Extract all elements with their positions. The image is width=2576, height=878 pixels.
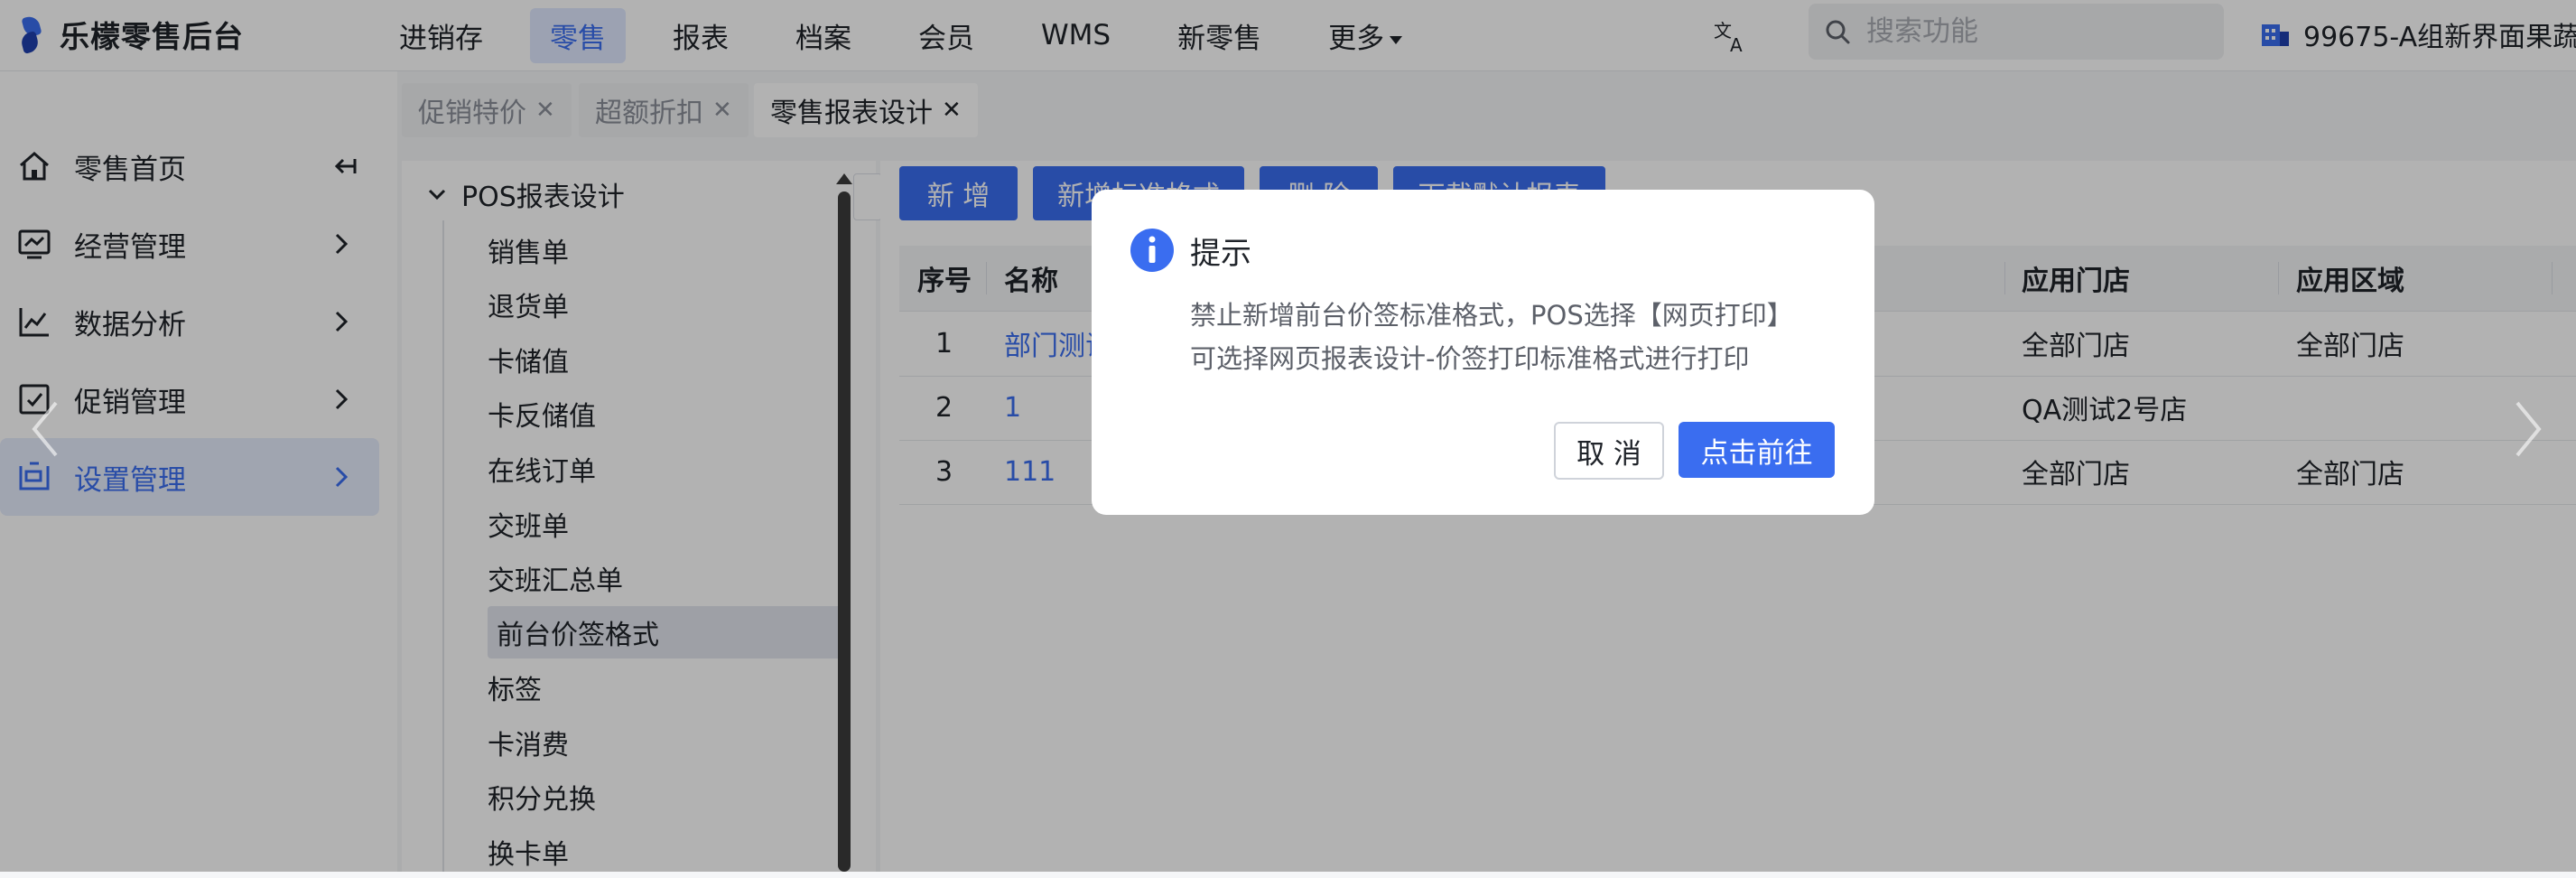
dialog-message-line: 可选择网页报表设计-价签打印标准格式进行打印 (1190, 343, 1750, 374)
cancel-button[interactable]: 取 消 (1554, 422, 1664, 480)
chevron-right-icon[interactable] (2510, 397, 2546, 461)
info-icon (1130, 229, 1174, 272)
dialog-message-line: 禁止新增前台价签标准格式，POS选择【网页打印】 (1190, 300, 1793, 331)
dialog-title: 提示 (1190, 236, 1251, 272)
chevron-left-icon[interactable] (27, 397, 63, 461)
go-now-button[interactable]: 点击前往 (1679, 422, 1835, 478)
